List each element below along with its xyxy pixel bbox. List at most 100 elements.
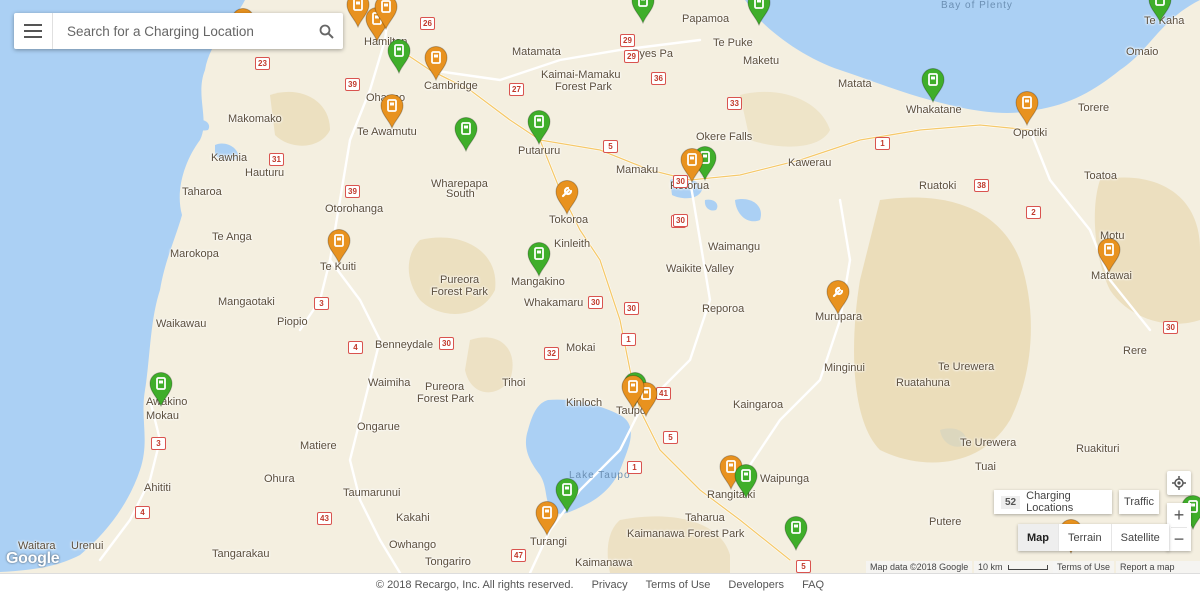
place-label: Okere Falls bbox=[696, 131, 753, 143]
scale-label: 10 km bbox=[978, 562, 1003, 572]
charging-pin-standard[interactable] bbox=[526, 241, 552, 277]
place-label: Ruatahuna bbox=[896, 377, 950, 389]
road-shield: 4 bbox=[348, 341, 363, 354]
place-label: Waipunga bbox=[760, 473, 810, 485]
charging-pin-fast[interactable] bbox=[825, 279, 851, 315]
road-shield: 30 bbox=[673, 214, 688, 227]
water-label: Bay of Plenty bbox=[941, 0, 1013, 11]
map-terms-link[interactable]: Terms of Use bbox=[1053, 561, 1115, 573]
road-shield: 23 bbox=[255, 57, 270, 70]
place-label: Waimiha bbox=[368, 377, 411, 389]
charging-pin-standard[interactable] bbox=[148, 371, 174, 407]
charger-icon bbox=[374, 0, 398, 30]
footer-link-privacy[interactable]: Privacy bbox=[592, 579, 628, 591]
road-shield: 30 bbox=[588, 296, 603, 309]
charging-pin-standard[interactable] bbox=[746, 0, 772, 26]
place-label: Reporoa bbox=[702, 303, 745, 315]
charging-pin-standard[interactable] bbox=[733, 463, 759, 499]
charging-pin-standard[interactable] bbox=[783, 515, 809, 551]
place-label: Turangi bbox=[530, 536, 567, 548]
report-map-error-link[interactable]: Report a map error bbox=[1116, 561, 1200, 573]
search-icon bbox=[319, 24, 334, 39]
wrench-icon bbox=[555, 180, 579, 215]
place-label: Marokopa bbox=[170, 248, 219, 260]
zoom-out-button[interactable]: − bbox=[1167, 528, 1191, 551]
road-shield: 1 bbox=[627, 461, 642, 474]
charging-pin-standard[interactable] bbox=[386, 38, 412, 74]
location-count-label: Charging Locations bbox=[1026, 490, 1074, 514]
road-shield: 30 bbox=[439, 337, 454, 350]
place-label: Torere bbox=[1078, 102, 1110, 114]
map-type-satellite[interactable]: Satellite bbox=[1110, 524, 1169, 551]
charging-pin-standard[interactable] bbox=[630, 0, 656, 24]
place-label: Taharua bbox=[685, 512, 725, 524]
charging-pin-standard[interactable] bbox=[526, 109, 552, 145]
map-canvas[interactable]: Hamilton Cambridge Matamata Kaimai-Mamaku Fo… bbox=[0, 0, 1200, 573]
place-label: Kaimai-Mamaku bbox=[541, 69, 621, 81]
charging-pin-fast[interactable] bbox=[1014, 90, 1040, 126]
my-location-button[interactable] bbox=[1167, 471, 1191, 495]
zoom-control: + − bbox=[1167, 503, 1191, 551]
charging-pin-fast[interactable] bbox=[554, 179, 580, 215]
place-label: Ongarue bbox=[357, 421, 400, 433]
charger-icon bbox=[1015, 91, 1039, 126]
charger-icon bbox=[1097, 238, 1121, 273]
place-label: Te Anga bbox=[212, 231, 252, 243]
charging-pin-standard[interactable] bbox=[920, 67, 946, 103]
place-label: Hauturu bbox=[245, 167, 285, 179]
footer-link-terms[interactable]: Terms of Use bbox=[646, 579, 711, 591]
search-button[interactable] bbox=[309, 24, 343, 39]
place-label: Matamata bbox=[512, 46, 561, 58]
place-label: Whakatane bbox=[906, 104, 962, 116]
charging-pin-standard[interactable] bbox=[453, 116, 479, 152]
footer-link-developers[interactable]: Developers bbox=[728, 579, 784, 591]
charging-pin-fast[interactable] bbox=[326, 228, 352, 264]
charging-pin-fast[interactable] bbox=[423, 45, 449, 81]
charger-icon bbox=[424, 46, 448, 81]
footer-link-faq[interactable]: FAQ bbox=[802, 579, 824, 591]
place-label: Taharoa bbox=[182, 186, 222, 198]
zoom-in-button[interactable]: + bbox=[1167, 503, 1191, 527]
charger-icon bbox=[734, 464, 758, 499]
place-label: Otorohanga bbox=[325, 203, 384, 215]
charger-icon bbox=[1148, 0, 1172, 23]
wrench-icon bbox=[826, 280, 850, 315]
road-shield: 36 bbox=[651, 72, 666, 85]
search-input[interactable] bbox=[53, 15, 309, 47]
road-shield: 39 bbox=[345, 78, 360, 91]
charger-icon bbox=[631, 0, 655, 24]
map-type-terrain[interactable]: Terrain bbox=[1058, 524, 1111, 551]
hamburger-icon bbox=[24, 24, 42, 38]
scale-bar bbox=[1008, 565, 1049, 571]
place-label: Putere bbox=[929, 516, 962, 528]
place-label: Omaio bbox=[1126, 46, 1159, 58]
road-shield: 38 bbox=[974, 179, 989, 192]
map-type-map[interactable]: Map bbox=[1018, 524, 1058, 551]
road-shield: 4 bbox=[135, 506, 150, 519]
place-label: Mokai bbox=[566, 342, 596, 354]
charging-pin-fast[interactable] bbox=[1096, 237, 1122, 273]
charging-pin-fast[interactable] bbox=[679, 147, 705, 183]
place-label: Kinloch bbox=[566, 397, 603, 409]
place-label: Benneydale bbox=[375, 339, 434, 351]
traffic-button[interactable]: Traffic bbox=[1119, 490, 1159, 514]
road-shield: 39 bbox=[345, 185, 360, 198]
charger-icon bbox=[327, 229, 351, 264]
charging-pin-fast[interactable] bbox=[373, 0, 399, 30]
footer-copyright: © 2018 Recargo, Inc. All rights reserved… bbox=[375, 579, 574, 591]
map-scale: 10 km bbox=[974, 561, 1058, 573]
place-label: South bbox=[446, 188, 475, 200]
charging-pin-standard[interactable] bbox=[1147, 0, 1173, 23]
map-type-control: Map Terrain Satellite bbox=[1018, 524, 1169, 551]
location-count-number: 52 bbox=[1001, 495, 1021, 509]
place-label: Pureora bbox=[425, 381, 465, 393]
map-data-attribution: Map data ©2018 Google bbox=[866, 561, 973, 573]
place-label: Kaingaroa bbox=[733, 399, 784, 411]
charging-pin-fast[interactable] bbox=[534, 500, 560, 536]
charging-pin-fast[interactable] bbox=[620, 374, 646, 410]
charging-pin-fast[interactable] bbox=[379, 93, 405, 129]
road-shield: 29 bbox=[620, 34, 635, 47]
place-label: Tokoroa bbox=[549, 214, 589, 226]
place-label: Piopio bbox=[277, 316, 308, 328]
menu-button[interactable] bbox=[14, 13, 53, 49]
